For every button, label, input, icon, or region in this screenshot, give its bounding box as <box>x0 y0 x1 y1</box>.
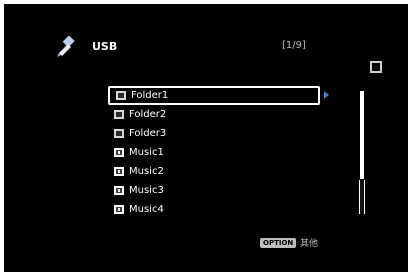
option-button[interactable]: OPTION <box>260 238 297 248</box>
folder-icon <box>114 129 124 138</box>
folder-icon <box>116 91 126 100</box>
list-item[interactable]: Folder3 <box>108 124 320 143</box>
screen: USB [1/9] Folder1 Folder2 Folder3 Music1… <box>4 4 408 272</box>
scrollbar-gap <box>360 180 364 214</box>
list-item-label: Folder2 <box>129 109 167 120</box>
list-item-label: Music2 <box>129 166 164 177</box>
list-item[interactable]: Folder1 <box>108 86 320 105</box>
usb-plug-icon <box>57 36 75 57</box>
music-file-icon <box>114 167 124 176</box>
list-item-label: Music3 <box>129 185 164 196</box>
music-file-icon <box>114 186 124 195</box>
list-item-label: Music4 <box>129 204 164 215</box>
option-label: 其他 <box>300 239 319 249</box>
scrollbar-thumb[interactable] <box>359 90 365 180</box>
list-item-label: Music1 <box>129 147 164 158</box>
list-item[interactable]: Music2 <box>108 162 320 181</box>
status-square-icon <box>370 61 382 73</box>
music-file-icon <box>114 148 124 157</box>
list-item-label: Folder3 <box>129 128 167 139</box>
list-item[interactable]: Music4 <box>108 200 320 219</box>
list-item[interactable]: Music3 <box>108 181 320 200</box>
list-item[interactable]: Folder2 <box>108 105 320 124</box>
file-list: Folder1 Folder2 Folder3 Music1 Music2 Mu… <box>108 86 320 219</box>
source-label: USB <box>92 40 118 53</box>
list-item[interactable]: Music1 <box>108 143 320 162</box>
selection-arrow-icon <box>324 91 329 99</box>
list-item-label: Folder1 <box>131 90 169 101</box>
page-indicator: [1/9] <box>282 40 306 51</box>
music-file-icon <box>114 205 124 214</box>
folder-icon <box>114 110 124 119</box>
